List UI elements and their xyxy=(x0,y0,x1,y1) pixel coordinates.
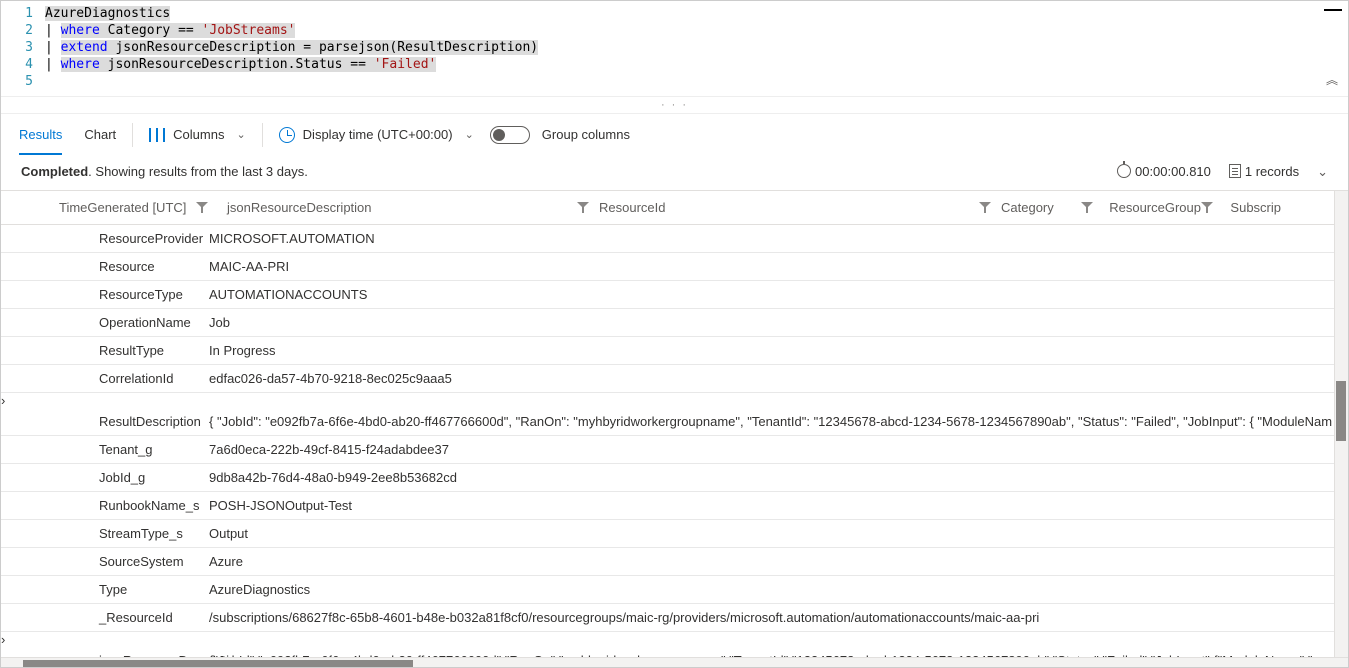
detail-value: In Progress xyxy=(209,343,1348,358)
detail-key: OperationName xyxy=(59,315,209,330)
detail-key: ResourceProvider xyxy=(59,231,209,246)
detail-row[interactable]: StreamType_sOutput xyxy=(1,520,1348,548)
code-line[interactable]: | where jsonResourceDescription.Status =… xyxy=(45,57,436,72)
editor-collapse-icon[interactable]: ︽ xyxy=(1326,71,1338,88)
detail-key: ResourceType xyxy=(59,287,209,302)
pane-drag-handle[interactable]: · · · xyxy=(1,97,1348,113)
detail-row[interactable]: ResourceProviderMICROSOFT.AUTOMATION xyxy=(1,225,1348,253)
line-number: 2 xyxy=(1,23,45,38)
detail-value: POSH-JSONOutput-Test xyxy=(209,498,1348,513)
col-resourcegroup[interactable]: ResourceGroup xyxy=(1081,200,1201,215)
detail-row[interactable]: TypeAzureDiagnostics xyxy=(1,576,1348,604)
detail-row[interactable]: JobId_g9db8a42b-76d4-48a0-b949-2ee8b5368… xyxy=(1,464,1348,492)
scroll-thumb[interactable] xyxy=(1336,381,1346,441)
detail-value: Output xyxy=(209,526,1348,541)
detail-row[interactable]: ResultTypeIn Progress xyxy=(1,337,1348,365)
col-subscription[interactable]: Subscrip xyxy=(1201,200,1281,215)
detail-value: 7a6d0eca-222b-49cf-8415-f24adabdee37 xyxy=(209,442,1348,457)
detail-value: AUTOMATIONACCOUNTS xyxy=(209,287,1348,302)
detail-value: MICROSOFT.AUTOMATION xyxy=(209,231,1348,246)
detail-value: MAIC-AA-PRI xyxy=(209,259,1348,274)
filter-icon[interactable] xyxy=(979,202,991,214)
code-line[interactable]: AzureDiagnostics xyxy=(45,6,170,21)
detail-row[interactable]: CorrelationIdedfac026-da57-4b70-9218-8ec… xyxy=(1,365,1348,393)
detail-key: _ResourceId xyxy=(59,610,209,625)
horizontal-scrollbar[interactable] xyxy=(1,657,1348,668)
records-icon xyxy=(1229,164,1241,178)
detail-value: edfac026-da57-4b70-9218-8ec025c9aaa5 xyxy=(209,371,1348,386)
detail-row[interactable]: SourceSystemAzure xyxy=(1,548,1348,576)
line-number: 1 xyxy=(1,6,45,21)
tab-results-label: Results xyxy=(19,127,62,142)
tab-results[interactable]: Results xyxy=(19,114,62,155)
detail-row[interactable]: Tenant_g7a6d0eca-222b-49cf-8415-f24adabd… xyxy=(1,436,1348,464)
code-line[interactable]: | where Category == 'JobStreams' xyxy=(45,23,295,38)
detail-row[interactable]: ResourceTypeAUTOMATIONACCOUNTS xyxy=(1,281,1348,309)
detail-key: ResultType xyxy=(59,343,209,358)
query-editor[interactable]: 1AzureDiagnostics2| where Category == 'J… xyxy=(1,1,1348,97)
detail-key: Tenant_g xyxy=(59,442,209,457)
chevron-down-icon: ⌄ xyxy=(236,128,245,141)
vertical-scrollbar[interactable] xyxy=(1334,191,1348,657)
detail-value: /subscriptions/68627f8c-65b8-4601-b48e-b… xyxy=(209,610,1348,625)
detail-key: JobId_g xyxy=(59,470,209,485)
filter-icon[interactable] xyxy=(1081,202,1089,214)
detail-row[interactable]: ResultDescription{ "JobId": "e092fb7a-6f… xyxy=(1,408,1348,436)
record-count: 1 records xyxy=(1245,164,1299,179)
results-panel: TimeGenerated [UTC] jsonResourceDescript… xyxy=(1,191,1348,668)
detail-key: RunbookName_s xyxy=(59,498,209,513)
filter-icon[interactable] xyxy=(196,202,208,214)
detail-key: Resource xyxy=(59,259,209,274)
detail-row[interactable]: ResourceMAIC-AA-PRI xyxy=(1,253,1348,281)
line-number: 3 xyxy=(1,40,45,55)
status-completed: Completed xyxy=(21,164,88,179)
detail-key: SourceSystem xyxy=(59,554,209,569)
detail-row[interactable]: _ResourceId/subscriptions/68627f8c-65b8-… xyxy=(1,604,1348,632)
tab-chart-label: Chart xyxy=(84,127,116,142)
detail-value: { "JobId": "e092fb7a-6f6e-4bd0-ab20-ff46… xyxy=(209,414,1348,429)
detail-value: 9db8a42b-76d4-48a0-b949-2ee8b53682cd xyxy=(209,470,1348,485)
status-bar: Completed. Showing results from the last… xyxy=(1,155,1348,191)
expand-row-icon[interactable]: › xyxy=(1,632,5,647)
results-toolbar: Results Chart Columns ⌄ Display time (UT… xyxy=(1,113,1348,155)
group-columns-label: Group columns xyxy=(542,127,630,142)
clock-icon xyxy=(279,127,295,143)
columns-icon xyxy=(149,128,165,142)
filter-icon[interactable] xyxy=(1201,202,1210,214)
code-line[interactable]: | extend jsonResourceDescription = parse… xyxy=(45,40,538,55)
col-json[interactable]: jsonResourceDescription xyxy=(227,200,599,215)
columns-label: Columns xyxy=(173,127,224,142)
display-time-label: Display time (UTC+00:00) xyxy=(303,127,453,142)
status-expand-icon[interactable]: ⌄ xyxy=(1317,164,1328,180)
status-message: . Showing results from the last 3 days. xyxy=(88,164,308,179)
elapsed-time: 00:00:00.810 xyxy=(1135,164,1211,179)
chevron-down-icon: ⌄ xyxy=(465,128,474,141)
expand-row-icon[interactable]: › xyxy=(1,393,5,408)
column-header-row: TimeGenerated [UTC] jsonResourceDescript… xyxy=(1,191,1348,225)
detail-value: Azure xyxy=(209,554,1348,569)
detail-value: Job xyxy=(209,315,1348,330)
detail-key: ResultDescription xyxy=(59,414,209,429)
col-resourceid[interactable]: ResourceId xyxy=(599,200,1001,215)
stopwatch-icon xyxy=(1117,164,1131,178)
col-timegenerated[interactable]: TimeGenerated [UTC] xyxy=(59,200,227,215)
display-time-button[interactable]: Display time (UTC+00:00) ⌄ xyxy=(279,127,474,143)
col-category[interactable]: Category xyxy=(1001,200,1081,215)
separator xyxy=(262,123,263,147)
filter-icon[interactable] xyxy=(577,202,589,214)
detail-value: AzureDiagnostics xyxy=(209,582,1348,597)
group-columns-toggle[interactable] xyxy=(490,126,530,144)
tab-chart[interactable]: Chart xyxy=(84,114,116,155)
scroll-thumb[interactable] xyxy=(23,660,413,668)
separator xyxy=(132,123,133,147)
detail-key: StreamType_s xyxy=(59,526,209,541)
detail-row[interactable]: OperationNameJob xyxy=(1,309,1348,337)
detail-key: CorrelationId xyxy=(59,371,209,386)
detail-row[interactable]: RunbookName_sPOSH-JSONOutput-Test xyxy=(1,492,1348,520)
columns-button[interactable]: Columns ⌄ xyxy=(149,127,246,142)
line-number: 5 xyxy=(1,74,45,89)
detail-key: Type xyxy=(59,582,209,597)
line-number: 4 xyxy=(1,57,45,72)
